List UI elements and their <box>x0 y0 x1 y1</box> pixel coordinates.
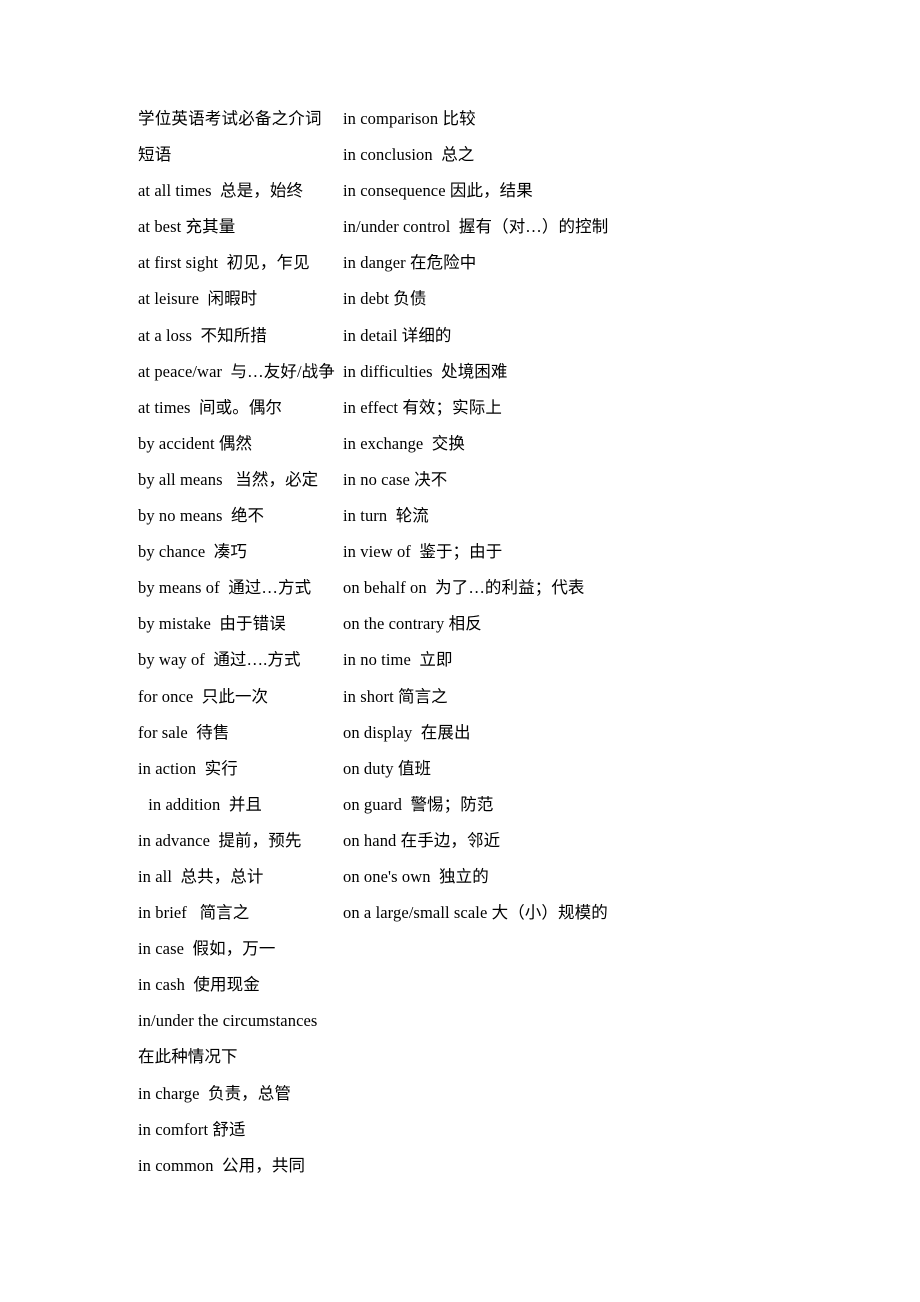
phrase-entry: in action 实行 <box>138 758 238 778</box>
phrase-entry: by way of 通过….方式 <box>138 650 301 670</box>
phrase-entry: in no time 立即 <box>343 650 453 670</box>
phrase-entry: in all 总共，总计 <box>138 866 264 886</box>
phrase-entry: at first sight 初见，乍见 <box>138 253 310 273</box>
phrase-entry: in/under the circumstances 在此种情况下 <box>138 1011 322 1067</box>
phrase-entry: in common 公用，共同 <box>138 1155 306 1175</box>
phrase-entry: on the contrary 相反 <box>343 614 482 634</box>
phrase-entry: by no means 绝不 <box>138 506 265 526</box>
phrase-column-left: 学位英语考试必备之介词短语 at all times 总是，始终 at best 充… <box>0 101 335 1184</box>
document-page: 学位英语考试必备之介词短语 at all times 总是，始终 at best 充… <box>0 0 920 1302</box>
phrase-entry: in advance 提前，预先 <box>138 830 302 850</box>
phrase-entry: on display 在展出 <box>343 722 471 742</box>
phrase-entry: on duty 值班 <box>343 758 432 778</box>
phrase-entry: on behalf on 为了…的利益；代表 <box>343 578 585 598</box>
two-column-body: 学位英语考试必备之介词短语 at all times 总是，始终 at best 充… <box>0 101 920 1184</box>
phrase-entry: in short 简言之 <box>343 686 448 706</box>
phrase-entry: in cash 使用现金 <box>138 975 260 995</box>
phrase-entry: in addition 并且 <box>144 794 263 814</box>
phrase-entry: at all times 总是，始终 <box>138 181 304 201</box>
phrase-entry: on guard 警惕；防范 <box>343 794 494 814</box>
phrase-entry: at leisure 闲暇时 <box>138 289 258 309</box>
phrase-entry: by mistake 由于错误 <box>138 614 286 634</box>
phrase-entry: by means of 通过…方式 <box>138 578 312 598</box>
phrase-entry: in turn 轮流 <box>343 506 429 526</box>
phrase-entry: at peace/war 与…友好/战争 <box>138 361 335 381</box>
phrase-entry: in case 假如，万一 <box>138 939 276 959</box>
phrase-entry: on a large/small scale 大（小）规模的 <box>343 903 608 923</box>
phrase-entry: in conclusion 总之 <box>343 145 475 165</box>
phrase-entry: on hand 在手边，邻近 <box>343 830 501 850</box>
phrase-entry: in danger 在危险中 <box>343 253 477 273</box>
phrase-entry: by chance 凑巧 <box>138 542 247 562</box>
phrase-entry: in brief 简言之 <box>138 903 250 923</box>
phrase-entry: at a loss 不知所措 <box>138 325 267 345</box>
phrase-column-right: in comparison 比较 in conclusion 总之 in conse… <box>335 101 782 931</box>
phrase-entry: in comfort 舒适 <box>138 1119 246 1139</box>
document-title: 学位英语考试必备之介词短语 <box>138 109 322 165</box>
phrase-entry: for once 只此一次 <box>138 686 269 706</box>
phrase-entry: in detail 详细的 <box>343 325 452 345</box>
phrase-entry: at best 充其量 <box>138 217 236 237</box>
phrase-entry: at times 间或。偶尔 <box>138 397 283 417</box>
phrase-entry: by all means 当然，必定 <box>138 469 319 489</box>
phrase-entry: for sale 待售 <box>138 722 230 742</box>
phrase-entry: in charge 负责，总管 <box>138 1083 291 1103</box>
phrase-entry: by accident 偶然 <box>138 433 253 453</box>
phrase-entry: in consequence 因此，结果 <box>343 181 533 201</box>
phrase-entry: in effect 有效；实际上 <box>343 397 502 417</box>
phrase-entry: in/under control 握有（对…）的控制 <box>343 217 609 237</box>
phrase-entry: on one's own 独立的 <box>343 866 489 886</box>
phrase-entry: in difficulties 处境困难 <box>343 361 508 381</box>
phrase-entry: in view of 鉴于；由于 <box>343 542 503 562</box>
phrase-entry: in debt 负债 <box>343 289 427 309</box>
phrase-entry: in no case 决不 <box>343 469 448 489</box>
phrase-entry: in exchange 交换 <box>343 433 466 453</box>
phrase-entry: in comparison 比较 <box>343 109 476 128</box>
